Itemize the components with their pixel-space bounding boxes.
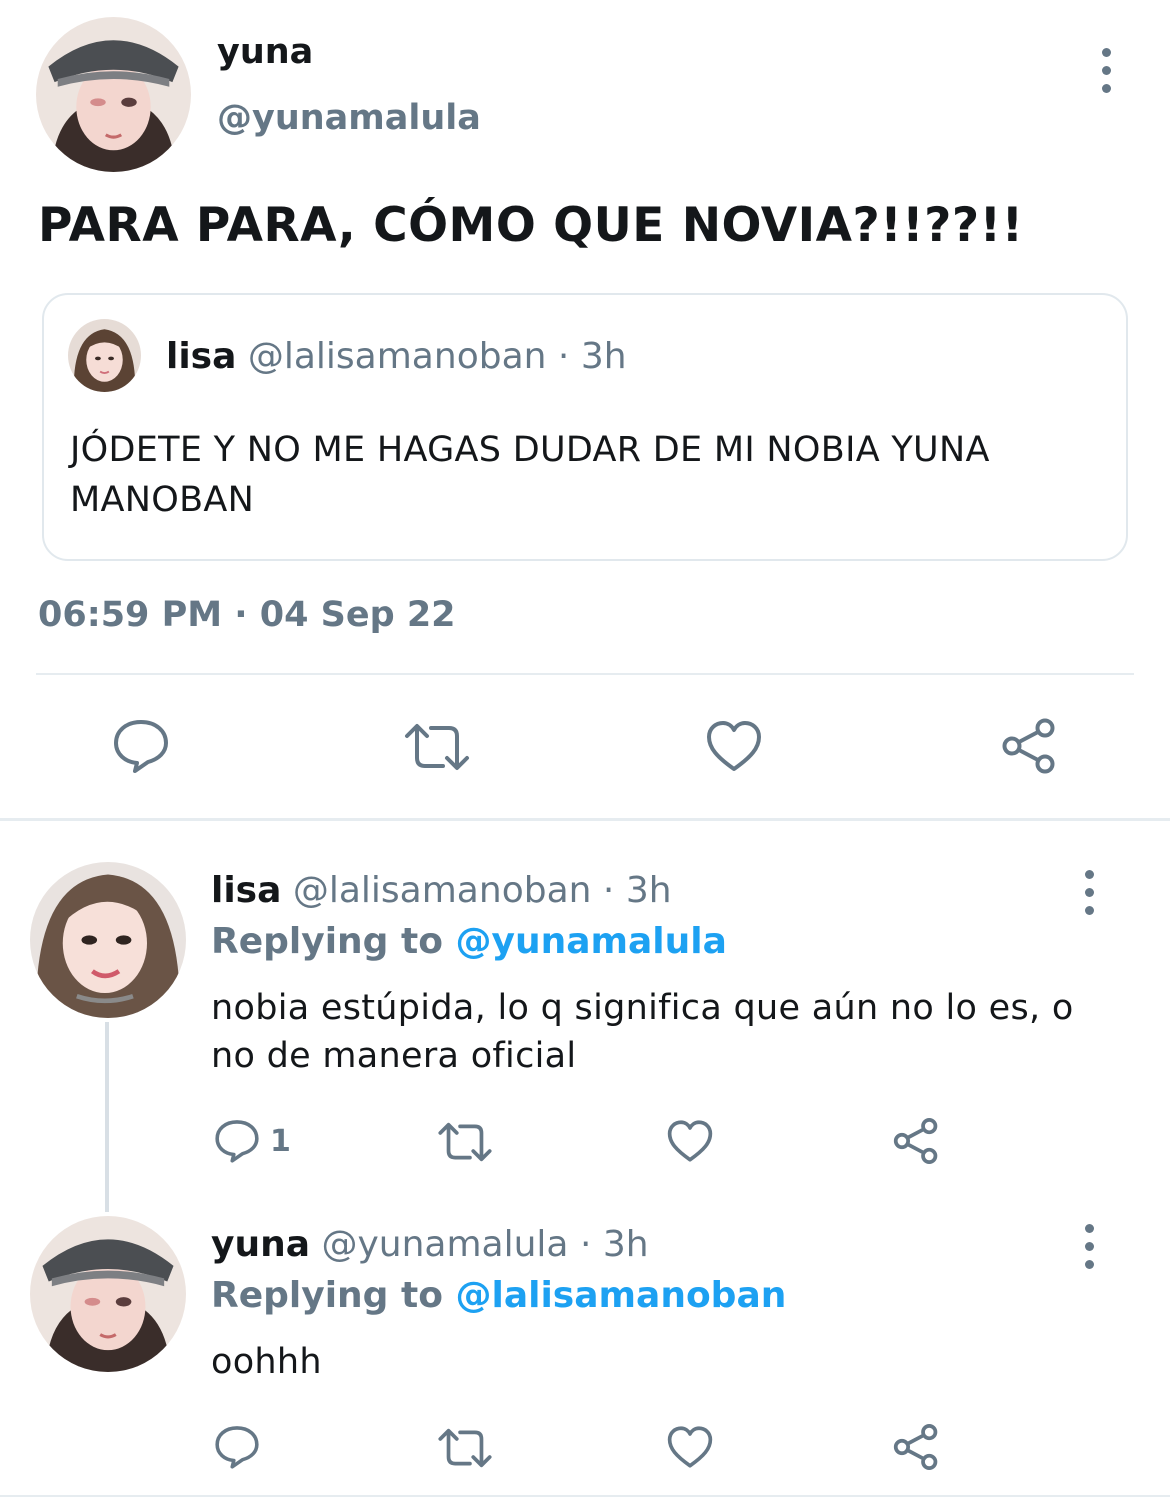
section-divider [0, 818, 1170, 821]
like-button[interactable] [705, 719, 763, 773]
author-handle[interactable]: @yunamalula [217, 98, 481, 138]
share-button[interactable] [892, 1423, 940, 1471]
reply-author-handle[interactable]: @lalisamanoban [293, 870, 592, 911]
reply-count: 1 [270, 1123, 291, 1159]
more-options-icon[interactable] [1082, 870, 1096, 915]
retweet-button[interactable] [437, 1427, 493, 1469]
replying-to-label: Replying to [211, 921, 443, 962]
quoted-separator: · [557, 336, 570, 377]
retweet-button[interactable] [437, 1121, 493, 1163]
replying-to-label: Replying to [211, 1275, 443, 1316]
reply-text: oohhh [211, 1342, 322, 1382]
quoted-author-name[interactable]: lisa [166, 336, 236, 377]
like-button[interactable] [666, 1119, 714, 1163]
quoted-tweet-header: lisa @lalisamanoban · 3h [166, 336, 627, 377]
reply-icon [215, 1426, 259, 1469]
more-options-icon[interactable] [1082, 1224, 1096, 1269]
thread-connector-line [105, 1022, 109, 1212]
replying-to: Replying to @yunamalula [211, 921, 727, 962]
quoted-time: 3h [580, 336, 627, 377]
reply-author-handle[interactable]: @yunamalula [321, 1224, 568, 1265]
reply-icon [215, 1120, 259, 1163]
more-options-icon[interactable] [1099, 48, 1113, 93]
reply-button[interactable] [214, 1424, 260, 1470]
like-icon [707, 721, 761, 771]
retweet-icon [438, 1122, 492, 1162]
avatar-lisa[interactable] [30, 862, 186, 1018]
retweet-icon [405, 724, 469, 770]
tweet-timestamp: 06:59 PM · 04 Sep 22 [38, 595, 456, 635]
share-button[interactable] [892, 1117, 940, 1165]
reply-button[interactable] [112, 718, 170, 774]
reply-author-name[interactable]: yuna [211, 1224, 310, 1265]
reply-header: yuna @yunamalula · 3h [211, 1224, 649, 1265]
replying-to-handle[interactable]: @lalisamanoban [455, 1275, 786, 1316]
share-icon [893, 1424, 938, 1470]
quoted-avatar-lisa[interactable] [68, 319, 141, 392]
author-name[interactable]: yuna [217, 32, 313, 72]
reply-separator: · [602, 870, 615, 911]
like-icon [667, 1426, 713, 1468]
quoted-tweet-text: JÓDETE Y NO ME HAGAS DUDAR DE MI NOBIA Y… [70, 430, 990, 520]
replying-to-handle[interactable]: @yunamalula [455, 921, 726, 962]
share-icon [893, 1118, 938, 1164]
divider [0, 1495, 1170, 1497]
like-button[interactable] [666, 1425, 714, 1469]
reply-time: 3h [625, 870, 672, 911]
avatar-yuna[interactable] [36, 17, 191, 172]
divider [36, 673, 1134, 675]
reply-separator: · [579, 1224, 592, 1265]
reply-time: 3h [602, 1224, 649, 1265]
reply-button[interactable]: 1 [214, 1118, 291, 1164]
avatar-yuna[interactable] [30, 1216, 186, 1372]
replying-to: Replying to @lalisamanoban [211, 1275, 786, 1316]
share-button[interactable] [1000, 717, 1058, 775]
tweet-text: PARA PARA, CÓMO QUE NOVIA?!!??!! [38, 198, 1024, 253]
reply-header: lisa @lalisamanoban · 3h [211, 870, 672, 911]
reply-icon [114, 720, 168, 773]
like-icon [667, 1120, 713, 1162]
reply-author-name[interactable]: lisa [211, 870, 281, 911]
quoted-author-handle[interactable]: @lalisamanoban [248, 336, 547, 377]
retweet-icon [438, 1428, 492, 1468]
share-icon [1002, 718, 1055, 774]
reply-text: nobia estúpida, lo q significa que aún n… [211, 988, 1074, 1076]
retweet-button[interactable] [403, 722, 471, 772]
